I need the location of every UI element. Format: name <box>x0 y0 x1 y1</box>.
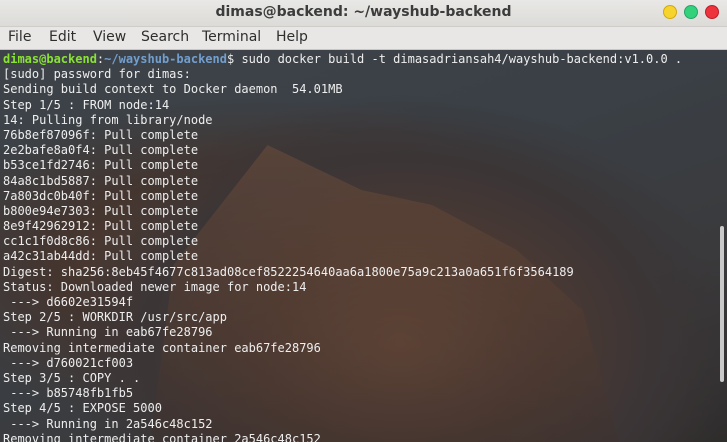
output-line: 8e9f42962912: Pull complete <box>3 219 199 234</box>
scrollbar-thumb[interactable] <box>720 226 724 382</box>
output-line: Status: Downloaded newer image for node:… <box>3 279 307 294</box>
output-line: Digest: sha256:8eb45f4677c813ad08cef8522… <box>3 264 574 279</box>
menu-bar: File Edit View Search Terminal Help <box>0 27 727 50</box>
output-line: ---> Running in 2a546c48c152 <box>3 416 213 431</box>
menu-search[interactable]: Search <box>141 29 189 45</box>
minimize-button[interactable] <box>663 5 677 19</box>
output-line: [sudo] password for dimas: <box>3 67 191 82</box>
menu-view[interactable]: View <box>93 29 126 45</box>
close-button[interactable] <box>705 5 719 19</box>
output-line: 7a803dc0b40f: Pull complete <box>3 188 199 203</box>
terminal-lines: dimas@backend:~/wayshub-backend$ sudo do… <box>3 52 682 442</box>
output-line: 2e2bafe8a0f4: Pull complete <box>3 143 199 158</box>
prompt-path: ~/wayshub-backend <box>104 52 227 66</box>
output-line: b53ce1fd2746: Pull complete <box>3 158 199 173</box>
terminal-window: dimas@backend: ~/wayshub-backend File Ed… <box>0 0 727 442</box>
output-line: Sending build context to Docker daemon 5… <box>3 82 343 97</box>
output-line: 76b8ef87096f: Pull complete <box>3 127 199 142</box>
terminal-output-area[interactable]: dimas@backend:~/wayshub-backend$ sudo do… <box>0 50 727 442</box>
output-line: Step 2/5 : WORKDIR /usr/src/app <box>3 310 227 325</box>
output-line: ---> d760021cf003 <box>3 355 134 370</box>
prompt-command: sudo docker build -t dimasadriansah4/way… <box>234 52 683 66</box>
output-line: ---> d6602e31594f <box>3 295 134 309</box>
output-line: Removing intermediate container 2a546c48… <box>3 431 321 442</box>
output-line: b800e94e7303: Pull complete <box>3 203 199 218</box>
maximize-button[interactable] <box>684 5 698 19</box>
window-title: dimas@backend: ~/wayshub-backend <box>215 4 512 20</box>
output-line: a42c31ab44dd: Pull complete <box>3 249 199 264</box>
output-line: 84a8c1bd5887: Pull complete <box>3 173 199 188</box>
prompt-line: dimas@backend:~/wayshub-backend$ sudo do… <box>3 52 682 67</box>
prompt-user-host: dimas@backend <box>3 52 97 66</box>
output-line: cc1c1f0d8c86: Pull complete <box>3 234 199 249</box>
output-line: Step 3/5 : COPY . . <box>3 370 141 385</box>
output-line: 14: Pulling from library/node <box>3 112 213 127</box>
menu-terminal[interactable]: Terminal <box>202 29 261 45</box>
menu-file[interactable]: File <box>8 29 31 45</box>
output-line: ---> b85748fb1fb5 <box>3 386 134 401</box>
title-bar[interactable]: dimas@backend: ~/wayshub-backend <box>0 0 727 27</box>
output-line: Step 4/5 : EXPOSE 5000 <box>3 401 162 416</box>
output-line: ---> Running in eab67fe28796 <box>3 325 213 340</box>
menu-help[interactable]: Help <box>276 29 308 45</box>
output-line: Removing intermediate container eab67fe2… <box>3 340 321 355</box>
menu-edit[interactable]: Edit <box>49 29 76 45</box>
output-line: Step 1/5 : FROM node:14 <box>3 97 170 112</box>
